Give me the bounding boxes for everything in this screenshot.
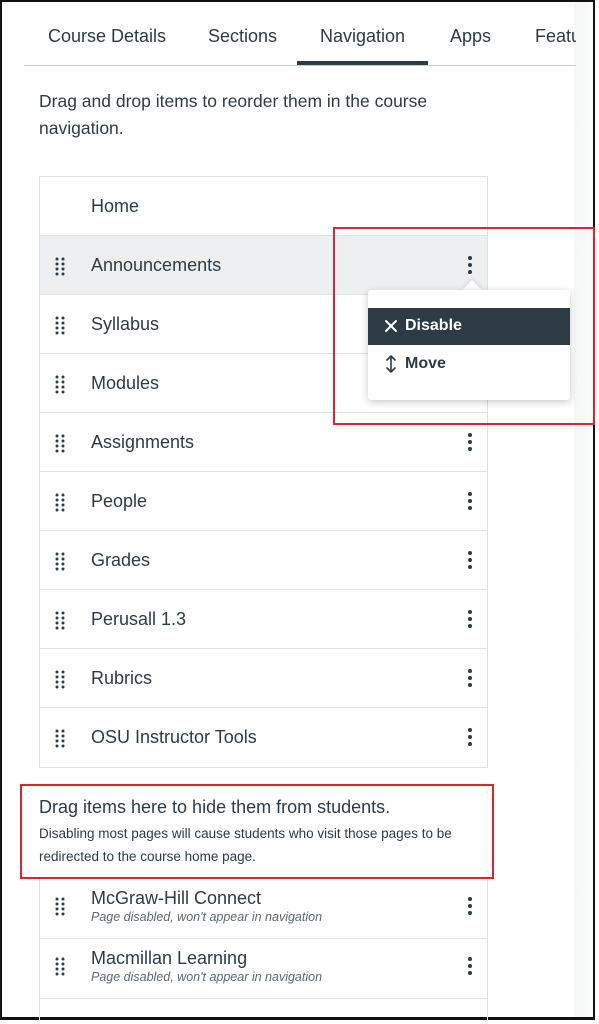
nav-item-osu-instructor-tools[interactable]: OSU Instructor Tools <box>40 708 487 767</box>
disabled-nav-list: McGraw-Hill Connect Page disabled, won't… <box>39 879 488 1020</box>
nav-item-rubrics[interactable]: Rubrics <box>40 649 487 708</box>
drag-handle-icon[interactable] <box>54 374 66 394</box>
disabled-item-macmillan-learning[interactable]: Macmillan Learning Page disabled, won't … <box>40 939 487 999</box>
tab-sections[interactable]: Sections <box>208 26 277 47</box>
tab-apps[interactable]: Apps <box>450 26 491 47</box>
drag-handle-icon[interactable] <box>54 492 66 512</box>
tab-course-details[interactable]: Course Details <box>48 26 166 47</box>
nav-item-label: Grades <box>91 550 151 570</box>
drag-handle-icon[interactable] <box>54 315 66 335</box>
more-options-icon[interactable] <box>461 431 479 453</box>
drag-handle-icon[interactable] <box>54 610 66 630</box>
nav-item-grades[interactable]: Grades <box>40 531 487 590</box>
nav-item-label: People <box>91 491 148 511</box>
nav-item-perusall[interactable]: Perusall 1.3 <box>40 590 487 649</box>
nav-item-label: Syllabus <box>91 314 160 334</box>
hidden-section-highlight-box <box>20 784 494 879</box>
tab-navigation[interactable]: Navigation <box>320 26 405 47</box>
drag-handle-icon[interactable] <box>54 256 66 276</box>
disabled-item-mcgraw-hill-connect[interactable]: McGraw-Hill Connect Page disabled, won't… <box>40 879 487 939</box>
nav-item-label: Announcements <box>91 255 222 275</box>
nav-item-people[interactable]: People <box>40 472 487 531</box>
navigation-instructions: Drag and drop items to reorder them in t… <box>39 91 428 138</box>
nav-item-label: Home <box>91 196 140 216</box>
nav-item-label: Perusall 1.3 <box>91 609 187 629</box>
disabled-item-label: Macmillan Learning <box>91 948 248 968</box>
more-options-icon[interactable] <box>461 955 479 977</box>
drag-handle-icon[interactable] <box>54 896 66 916</box>
drag-handle-icon[interactable] <box>54 669 66 689</box>
active-tab-indicator <box>297 61 428 65</box>
more-options-icon[interactable] <box>461 726 479 748</box>
nav-item-label: Modules <box>91 373 160 393</box>
nav-item-label: Rubrics <box>91 668 153 688</box>
disabled-item-label: McGraw-Hill Connect <box>91 888 262 908</box>
nav-item-label: OSU Instructor Tools <box>91 727 257 747</box>
more-options-icon[interactable] <box>461 490 479 512</box>
drag-handle-icon[interactable] <box>54 956 66 976</box>
more-options-icon[interactable] <box>461 895 479 917</box>
more-options-icon[interactable] <box>461 549 479 571</box>
drag-handle-icon[interactable] <box>54 433 66 453</box>
disabled-item-status: Page disabled, won't appear in navigatio… <box>91 970 323 984</box>
tab-feature-options[interactable]: Feature Options <box>535 26 576 47</box>
settings-tabs: Course Details Sections Navigation Apps … <box>24 10 576 66</box>
menu-highlight-box <box>333 227 595 425</box>
drag-handle-icon[interactable] <box>54 551 66 571</box>
nav-item-label: Assignments <box>91 432 195 452</box>
more-options-icon[interactable] <box>461 608 479 630</box>
more-options-icon[interactable] <box>461 667 479 689</box>
drag-handle-icon[interactable] <box>54 728 66 748</box>
disabled-item-status: Page disabled, won't appear in navigatio… <box>91 910 323 924</box>
